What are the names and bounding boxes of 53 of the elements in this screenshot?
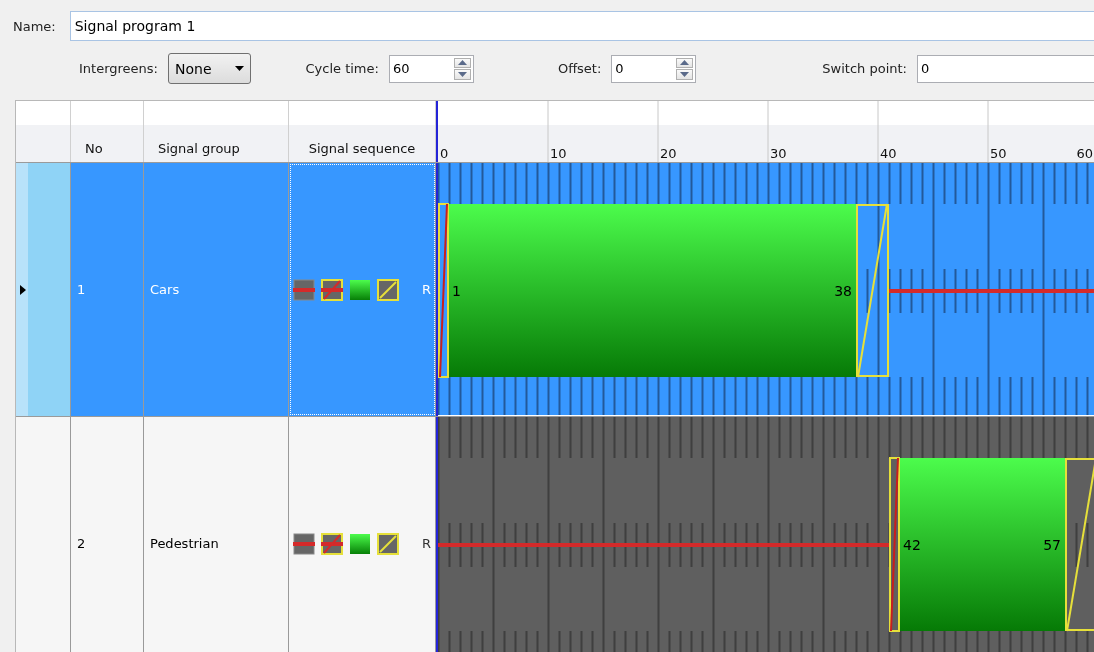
offset-spinbox[interactable]: 0 — [611, 54, 697, 83]
go-phase-icon — [349, 278, 371, 301]
intergreens-dropdown[interactable]: None — [168, 53, 252, 84]
clearance-phase-icon — [377, 278, 399, 301]
prepare-phase-icon — [321, 278, 343, 301]
decrement-button[interactable] — [453, 69, 471, 80]
increment-button[interactable] — [676, 57, 694, 68]
go-phase-bar[interactable] — [900, 458, 1065, 631]
sequence-label: R — [421, 282, 431, 297]
column-header[interactable]: Signal sequence — [289, 101, 436, 162]
table-cell: Pedestrian — [144, 417, 289, 652]
switch-point-field[interactable]: 0 — [917, 54, 1094, 83]
table-cell: 1 — [71, 163, 144, 416]
sequence-label: R — [421, 536, 431, 551]
current-row-icon — [20, 284, 26, 295]
clearance-phase-icon — [377, 532, 399, 555]
name-field[interactable]: Signal program 1 — [69, 11, 1094, 41]
prepare-phase-icon — [321, 532, 343, 555]
cycle-time-label: Cycle time: — [305, 61, 379, 76]
go-phase-icon — [349, 532, 371, 555]
phase-end-label: 57 — [1043, 537, 1061, 553]
go-phase-bar[interactable] — [449, 204, 856, 377]
phase-start-label: 42 — [903, 537, 921, 553]
time-tick-label: 10 — [550, 146, 567, 161]
column-header[interactable]: No — [71, 101, 144, 162]
intergreens-label: Intergreens: — [79, 61, 158, 76]
down-arrow-icon — [457, 71, 467, 77]
offset-label: Offset: — [557, 61, 602, 76]
row-header[interactable] — [16, 163, 71, 416]
table-cell: Cars — [144, 163, 289, 416]
increment-button[interactable] — [453, 57, 471, 68]
decrement-button[interactable] — [676, 69, 694, 80]
up-arrow-icon — [457, 60, 467, 66]
down-arrow-icon — [680, 71, 690, 77]
dropdown-arrow-icon — [235, 66, 245, 71]
up-arrow-icon — [680, 60, 690, 66]
phase-start-label: 1 — [452, 283, 461, 299]
column-header[interactable]: Signal group — [144, 101, 289, 162]
cycle-time-spinbox[interactable]: 60 — [388, 54, 474, 83]
time-tick-label: 40 — [880, 146, 897, 161]
number-input[interactable]: 60 — [389, 55, 452, 82]
time-tick-label: 20 — [660, 146, 677, 161]
phase-end-label: 38 — [834, 283, 852, 299]
table-cell: 2 — [71, 417, 144, 652]
name-label: Name: — [13, 18, 56, 34]
time-tick-label: 60 — [1076, 146, 1093, 161]
time-tick-label: 0 — [440, 146, 449, 161]
time-tick-label: 30 — [770, 146, 787, 161]
time-tick-label: 50 — [990, 146, 1007, 161]
number-input[interactable]: 0 — [612, 55, 675, 82]
stop-phase-icon — [293, 532, 315, 555]
switch-point-label: Switch point: — [822, 61, 907, 76]
stop-phase-icon — [293, 278, 315, 301]
